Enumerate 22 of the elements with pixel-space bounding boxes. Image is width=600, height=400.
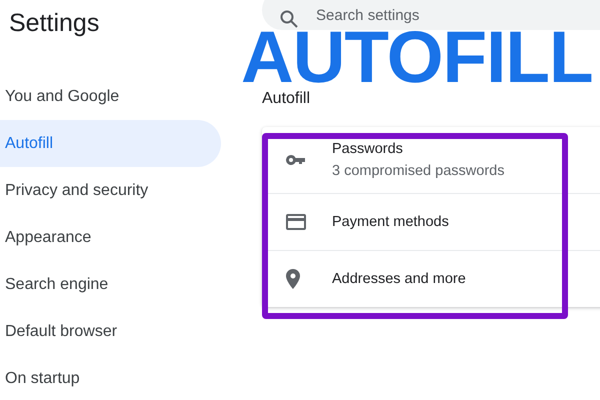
card-icon bbox=[286, 214, 306, 230]
search-field[interactable]: Search settings bbox=[262, 0, 600, 30]
sidebar-item[interactable]: Default browser bbox=[0, 308, 221, 355]
row-title: Passwords bbox=[332, 141, 404, 157]
sidebar-item[interactable]: On startup bbox=[0, 355, 221, 400]
row-subtitle: 3 compromised passwords bbox=[332, 163, 504, 179]
sidebar-item[interactable]: Search engine bbox=[0, 261, 221, 308]
location-pin-icon bbox=[286, 269, 300, 289]
key-icon bbox=[286, 154, 306, 166]
sidebar-item[interactable]: Appearance bbox=[0, 214, 221, 261]
section-title: Autofill bbox=[262, 90, 312, 109]
row-title: Addresses and more bbox=[332, 271, 466, 287]
sidebar-item[interactable]: Autofill bbox=[0, 120, 221, 167]
search-icon bbox=[280, 10, 298, 28]
settings-title: Settings bbox=[9, 8, 100, 39]
row-title: Payment methods bbox=[332, 214, 449, 230]
settings-row[interactable]: Addresses and more bbox=[262, 250, 600, 307]
sidebar-item[interactable]: You and Google bbox=[0, 73, 221, 120]
settings-row[interactable]: Payment methods bbox=[262, 193, 600, 250]
settings-row[interactable]: Passwords 3 compromised passwords bbox=[262, 127, 600, 193]
sidebar-item[interactable]: Privacy and security bbox=[0, 167, 221, 214]
banner-title: AUTOFILL bbox=[241, 31, 593, 85]
